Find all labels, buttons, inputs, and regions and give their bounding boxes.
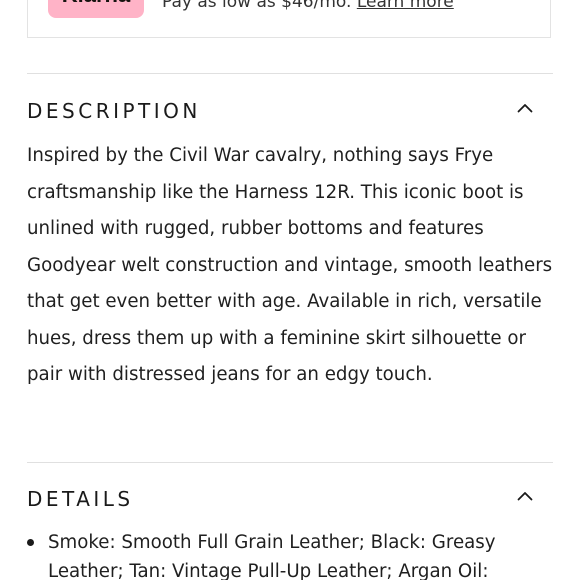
klarna-logo: Klarna (48, 0, 144, 18)
details-item-text: Smoke: Smooth Full Grain Leather; Black:… (48, 532, 496, 580)
klarna-price-text: Pay as low as $46/mo. (162, 0, 352, 12)
divider (27, 73, 553, 74)
chevron-up-icon[interactable] (517, 491, 533, 501)
details-accordion-header[interactable]: DETAILS (27, 487, 553, 517)
divider (27, 462, 553, 463)
klarna-learn-more-link[interactable]: Learn more (357, 0, 454, 12)
product-details-page: Klarna Pay as low as $46/mo. Learn more … (0, 0, 580, 580)
klarna-financing-banner: Klarna Pay as low as $46/mo. Learn more (27, 0, 551, 38)
list-item: Smoke: Smooth Full Grain Leather; Black:… (27, 528, 547, 580)
chevron-up-icon[interactable] (517, 103, 533, 113)
klarna-message: Pay as low as $46/mo. Learn more (162, 0, 454, 12)
details-title: DETAILS (27, 487, 134, 511)
description-title: DESCRIPTION (27, 99, 201, 123)
bullet-icon (27, 539, 34, 546)
description-body: Inspired by the Civil War cavalry, nothi… (27, 145, 553, 385)
details-list: Smoke: Smooth Full Grain Leather; Black:… (27, 528, 547, 580)
description-accordion-header[interactable]: DESCRIPTION (27, 99, 553, 129)
